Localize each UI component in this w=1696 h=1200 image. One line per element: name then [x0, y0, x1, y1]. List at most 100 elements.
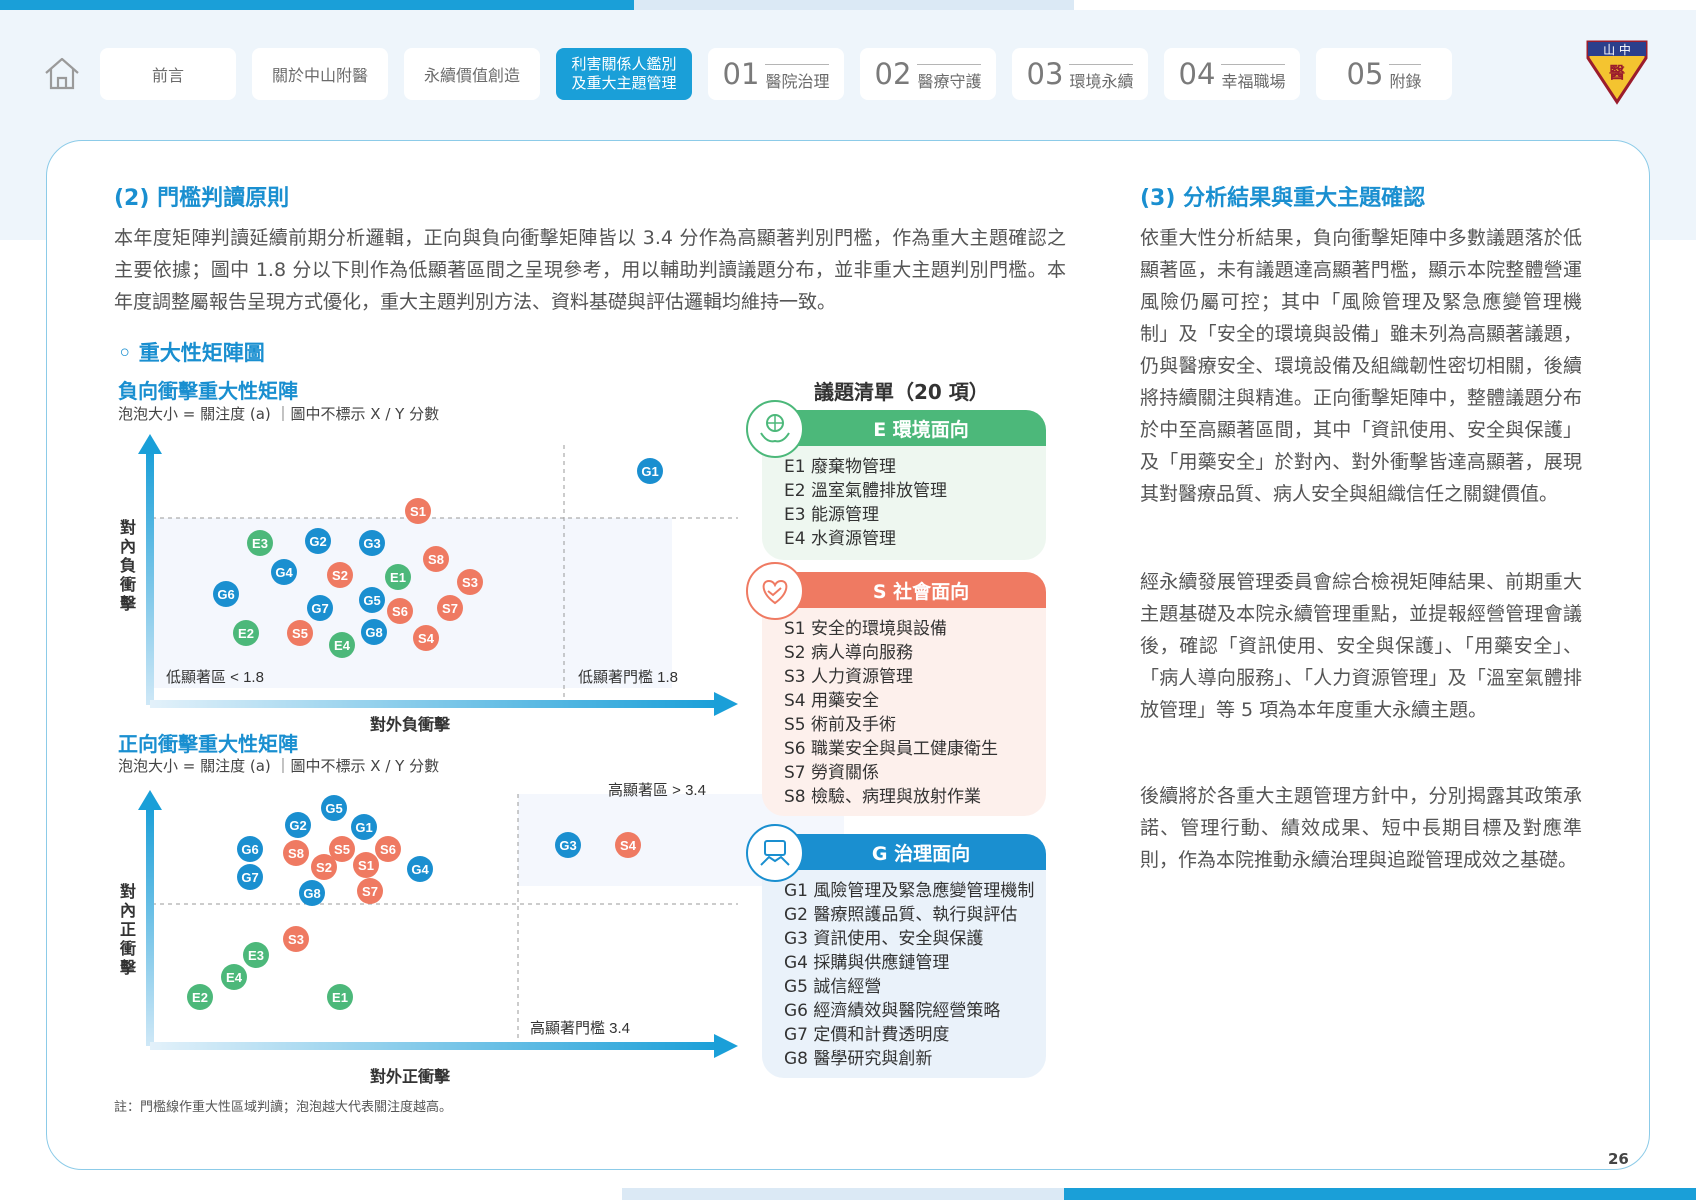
low-zone-label: 低顯著區 < 1.8 — [166, 669, 264, 686]
nav-about[interactable]: 關於中山附醫 — [252, 48, 388, 100]
topic-item: S4 用藥安全 — [784, 691, 880, 711]
chapter-number: 03 — [1026, 57, 1064, 91]
bubble-label: G2 — [309, 534, 326, 549]
hands-together-icon — [746, 824, 804, 882]
chapter-label: 醫療守護 — [917, 64, 982, 92]
bubble-label: E3 — [248, 948, 264, 963]
nav-label-line1: 利害關係人鑑別 — [571, 55, 677, 73]
bubble-label: S8 — [428, 552, 444, 567]
bubble-label: S8 — [288, 846, 304, 861]
hospital-logo[interactable]: 山 中 醫 — [1584, 36, 1650, 106]
bubble-label: G5 — [325, 801, 342, 816]
bubble-label: E3 — [252, 536, 268, 551]
bubble-label: G7 — [241, 870, 258, 885]
bubble-label: G8 — [303, 886, 320, 901]
topic-item: E3 能源管理 — [784, 505, 879, 525]
x-axis-label: 對外負衝擊 — [370, 715, 451, 734]
topic-item: S6 職業安全與員工健康衛生 — [784, 739, 999, 759]
category-name: G 治理面向 — [871, 842, 971, 865]
bubble-label: S4 — [620, 838, 637, 853]
bubble-label: G1 — [641, 464, 658, 479]
nav-preface[interactable]: 前言 — [100, 48, 236, 100]
topic-item: S5 術前及手術 — [784, 715, 897, 735]
chart-subtitle: 泡泡大小 = 關注度 (a) ｜圖中不標示 X / Y 分數 — [118, 405, 440, 423]
section-title: (3) 分析結果與重大主題確認 — [1140, 186, 1426, 211]
bubble-label: S2 — [332, 568, 348, 583]
bubble-label: S4 — [418, 631, 435, 646]
y-axis — [146, 450, 154, 705]
threshold-label: 高顯著門檻 3.4 — [530, 1020, 630, 1037]
topic-item: E1 廢棄物管理 — [784, 457, 896, 477]
bubble-label: S6 — [392, 604, 408, 619]
topic-item: G7 定價和計費透明度 — [784, 1025, 950, 1045]
y-axis — [146, 806, 154, 1046]
axis-arrow-icon — [138, 434, 162, 454]
chart-title: 正向衝擊重大性矩陣 — [118, 732, 298, 756]
axis-arrow-icon — [714, 692, 738, 716]
bubble-label: S7 — [442, 601, 458, 616]
section-paragraph: 依重大性分析結果，負向衝擊矩陣中多數議題落於低顯著區，未有議題達高顯著門檻，顯示… — [1140, 227, 1582, 505]
logo-text: 山 中 — [1603, 42, 1631, 57]
nav-stakeholder-active[interactable]: 利害關係人鑑別 及重大主題管理 — [556, 48, 692, 100]
chart-note: 註：門檻線作重大性區域判讀；泡泡越大代表關注度越高。 — [114, 1100, 453, 1115]
bubble-label: G4 — [275, 565, 293, 580]
section-paragraph: 經永續發展管理委員會綜合檢視矩陣結果、前期重大主題基礎及本院永續管理重點，並提報… — [1140, 571, 1582, 721]
topic-list-title: 議題清單（20 項） — [814, 380, 989, 404]
threshold-label: 低顯著門檻 1.8 — [578, 669, 678, 686]
category-header-environment: E 環境面向 — [762, 410, 1046, 446]
chapter-label: 醫院治理 — [765, 64, 830, 92]
bubble-label: G5 — [363, 593, 380, 608]
category-header-governance: G 治理面向 — [762, 834, 1046, 870]
chapter-label: 附錄 — [1389, 64, 1422, 92]
y-axis-label: 對內正衝擊 — [120, 882, 137, 977]
chapter-number: 04 — [1178, 57, 1216, 91]
y-axis-label: 對內負衝擊 — [120, 518, 137, 613]
bubble-label: E2 — [238, 626, 254, 641]
nav-label-line2: 及重大主題管理 — [571, 74, 677, 92]
bottom-light-bar — [622, 1188, 1064, 1200]
bubble-label: S2 — [316, 860, 332, 875]
category-name: S 社會面向 — [872, 580, 970, 603]
chapter-label: 環境永續 — [1069, 64, 1134, 92]
bubble-label: G7 — [311, 601, 328, 616]
bottom-accent-bar — [1064, 1188, 1696, 1200]
page-number: 26 — [1608, 1150, 1629, 1168]
bubble-label: E4 — [226, 970, 243, 985]
nav-label: 永續價值創造 — [423, 66, 520, 85]
topic-item: S2 病人導向服務 — [784, 643, 914, 663]
topic-item: G4 採購與供應鏈管理 — [784, 953, 950, 973]
topic-item: G8 醫學研究與創新 — [784, 1049, 933, 1069]
bubble-label: S7 — [362, 884, 378, 899]
section-title: (2) 門檻判讀原則 — [114, 186, 290, 211]
nav-chapter-01[interactable]: 01 醫院治理 — [708, 48, 844, 100]
bubble-label: G6 — [241, 842, 258, 857]
negative-impact-matrix: 低顯著區 < 1.8 低顯著門檻 1.8 對外負衝擊 G1 S1 E3 G2 G3 S8 G… — [138, 434, 738, 734]
globe-hands-icon — [746, 400, 804, 458]
topic-item: E4 水資源管理 — [784, 529, 896, 549]
section-paragraph: 後續將於各重大主題管理方針中，分別揭露其政策承諾、管理行動、績效成果、短中長期目… — [1140, 785, 1582, 871]
home-icon[interactable] — [42, 53, 82, 93]
bubble-label: E1 — [390, 570, 406, 585]
nav-value-creation[interactable]: 永續價值創造 — [404, 48, 540, 100]
topic-item: S1 安全的環境與設備 — [784, 619, 948, 639]
bubble-label: G8 — [365, 625, 382, 640]
category-name: E 環境面向 — [873, 418, 969, 441]
topic-item: G6 經濟績效與醫院經營策略 — [784, 1001, 1001, 1021]
topic-item: G1 風險管理及緊急應變管理機制 — [784, 881, 1035, 901]
topic-item: G5 誠信經營 — [784, 977, 882, 997]
bubble-label: S6 — [380, 842, 396, 857]
topic-item: S8 檢驗、病理與放射作業 — [784, 787, 982, 807]
bubble-label: G2 — [289, 818, 306, 833]
bubble-label: E4 — [334, 638, 351, 653]
topic-item: E2 溫室氣體排放管理 — [784, 481, 947, 501]
high-zone-label: 高顯著區 > 3.4 — [608, 782, 706, 799]
nav-chapter-02[interactable]: 02 醫療守護 — [860, 48, 996, 100]
nav-chapter-04[interactable]: 04 幸福職場 — [1164, 48, 1300, 100]
nav-chapter-05[interactable]: 05 附錄 — [1316, 48, 1452, 100]
chart-subtitle: 泡泡大小 = 關注度 (a) ｜圖中不標示 X / Y 分數 — [118, 757, 440, 775]
topic-item: G2 醫療照護品質、執行與評估 — [784, 905, 1018, 925]
axis-arrow-icon — [714, 1034, 738, 1058]
bubble-label: G4 — [411, 862, 429, 877]
x-axis-label: 對外正衝擊 — [370, 1067, 451, 1086]
nav-chapter-03[interactable]: 03 環境永續 — [1012, 48, 1148, 100]
